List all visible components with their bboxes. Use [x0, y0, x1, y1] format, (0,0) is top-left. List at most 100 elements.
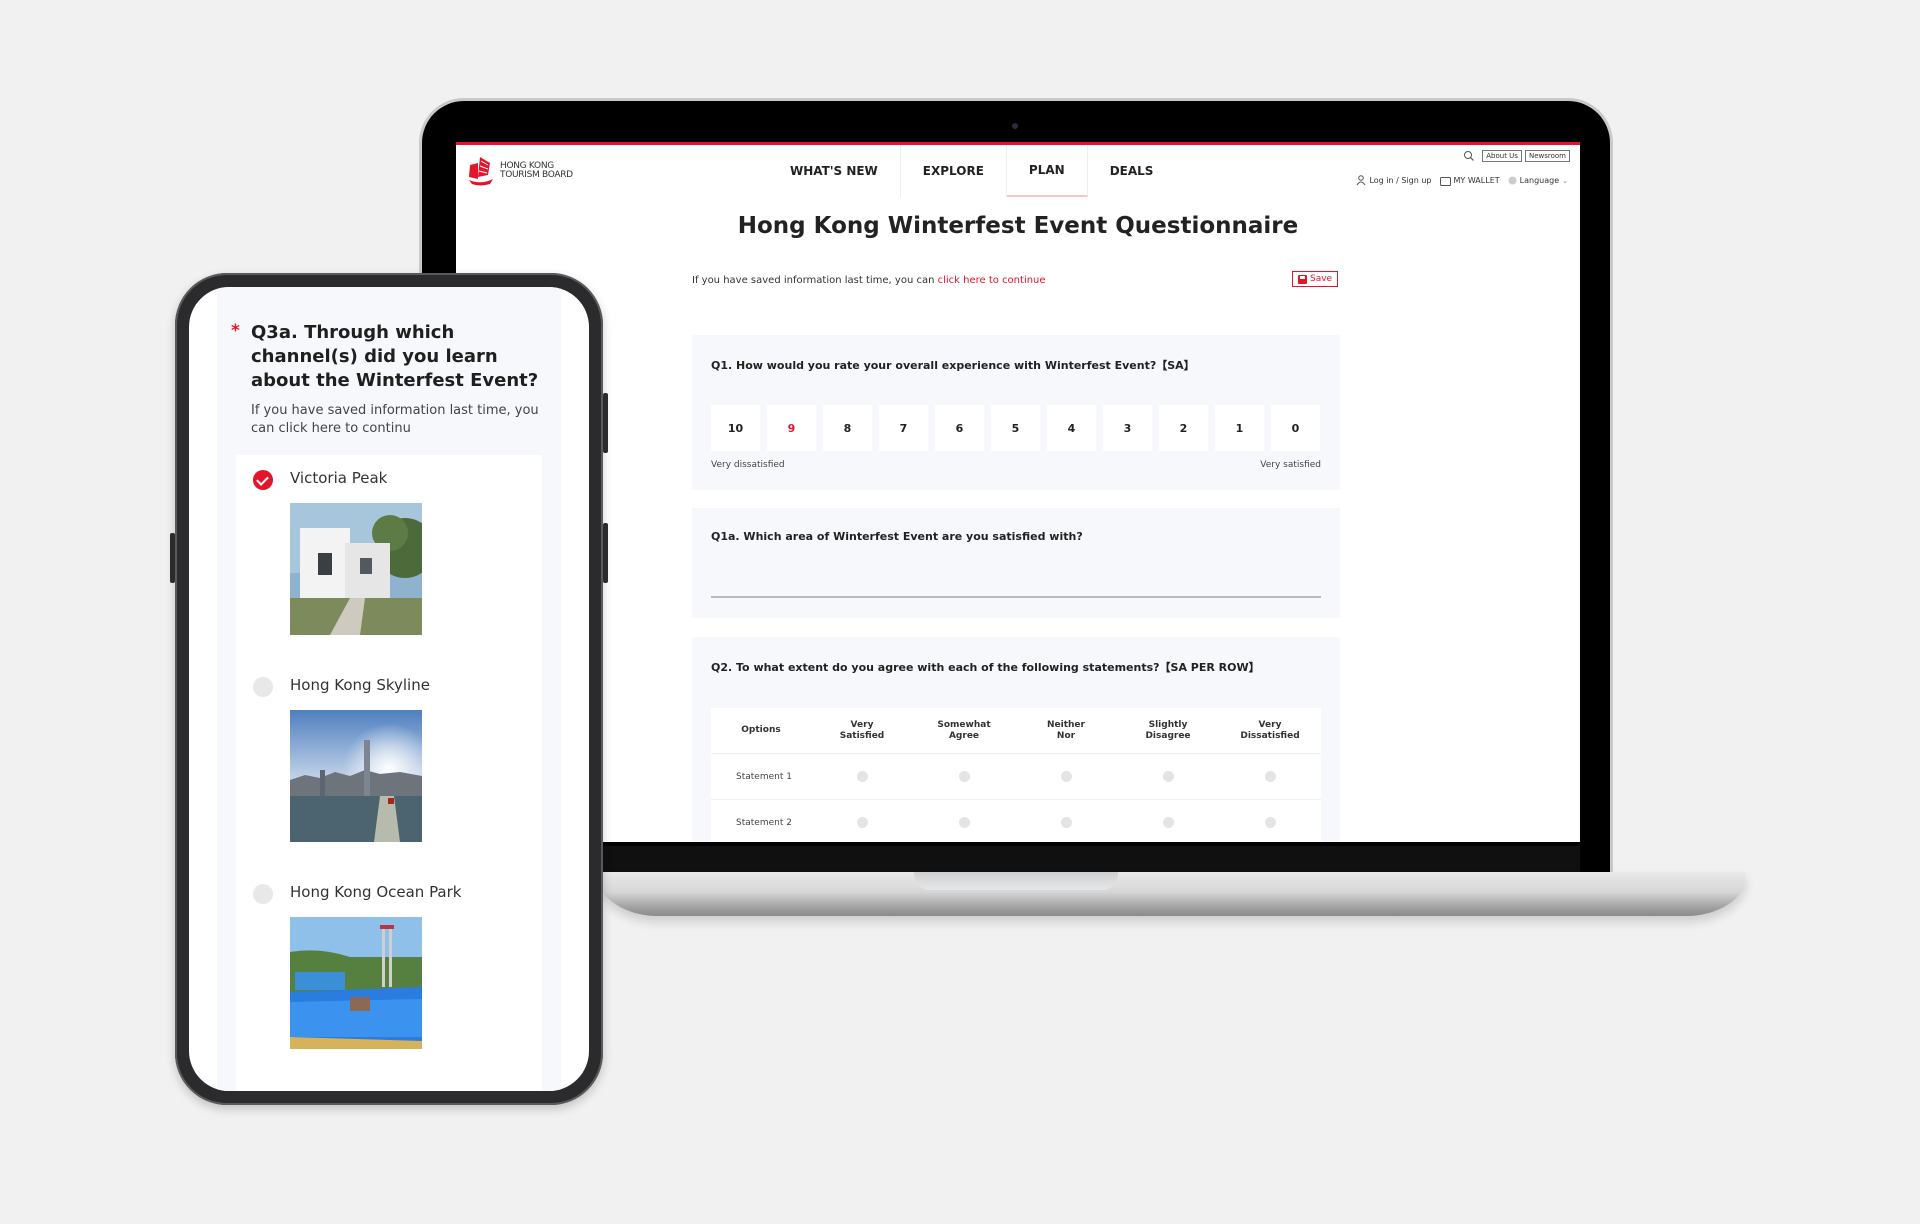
radio-button[interactable] — [1264, 817, 1276, 828]
rating-option[interactable]: 2 — [1159, 405, 1208, 451]
nav-deals[interactable]: DEALS — [1088, 145, 1176, 197]
q3a-subtext[interactable]: If you have saved information last time,… — [251, 402, 551, 438]
newsroom-link[interactable]: Newsroom — [1524, 150, 1570, 162]
column-header: Neither Nor — [1047, 719, 1085, 741]
utility-bottom: Log in / Sign up MY WALLET Language ⌄ — [1356, 175, 1568, 186]
mobile-device: * Q3a. Through which channel(s) did you … — [170, 273, 608, 1105]
search-icon[interactable] — [1463, 150, 1475, 162]
radio-button[interactable] — [958, 771, 970, 782]
option-label: Hong Kong Ocean Park — [290, 883, 462, 901]
radio-button[interactable] — [1060, 817, 1072, 828]
wallet-icon — [1439, 176, 1451, 186]
radio-button[interactable] — [856, 817, 868, 828]
option-hong-kong-skyline[interactable]: Hong Kong Skyline — [236, 662, 542, 862]
utility-top: About Us Newsroom — [1463, 150, 1570, 162]
save-label: Save — [1310, 274, 1333, 284]
page-title: Hong Kong Winterfest Event Questionnaire — [737, 213, 1299, 239]
saved-info-notice: If you have saved information last time,… — [692, 275, 1046, 286]
q1a-title: Q1a. Which area of Winterfest Event are … — [711, 530, 1083, 543]
hktb-logo[interactable]: HONG KONG TOURISM BOARD — [466, 155, 573, 187]
desktop-screen: HONG KONG TOURISM BOARD WHAT'S NEW EXPLO… — [456, 142, 1580, 842]
phone-side-button — [170, 533, 175, 583]
nav-explore[interactable]: EXPLORE — [901, 145, 1007, 197]
column-header: Very Satisfied — [839, 719, 885, 741]
radio-button[interactable] — [1264, 771, 1276, 782]
option-list: Victoria Peak Hong Kong Skyline Hong Kon… — [236, 455, 542, 1091]
rating-scale: 10 9 8 7 6 5 4 3 2 1 0 — [711, 405, 1320, 451]
logo-line-2: TOURISM BOARD — [500, 170, 573, 180]
mobile-screen: * Q3a. Through which channel(s) did you … — [189, 287, 589, 1091]
laptop-bezel — [456, 846, 1580, 872]
matrix-header: Options Very Satisfied Somewhat Agree Ne… — [711, 708, 1321, 754]
radio-button[interactable] — [856, 771, 868, 782]
rating-option[interactable]: 4 — [1047, 405, 1096, 451]
main-nav: WHAT'S NEW EXPLORE PLAN DEALS — [768, 145, 1175, 197]
table-row: Statement 2 — [711, 800, 1321, 842]
q2-title: Q2. To what extent do you agree with eac… — [711, 661, 1260, 674]
checkbox-unchecked[interactable] — [253, 884, 273, 904]
wallet-link[interactable]: MY WALLET — [1439, 176, 1500, 186]
rating-option[interactable]: 7 — [879, 405, 928, 451]
nav-plan[interactable]: PLAN — [1006, 145, 1088, 197]
globe-icon — [1508, 176, 1517, 185]
save-button[interactable]: Save — [1292, 271, 1339, 287]
checkbox-unchecked[interactable] — [253, 677, 273, 697]
chevron-down-icon: ⌄ — [1562, 176, 1568, 185]
option-hong-kong-ocean-park[interactable]: Hong Kong Ocean Park — [236, 869, 542, 1069]
question-card-q1a: Q1a. Which area of Winterfest Event are … — [692, 508, 1340, 618]
language-selector[interactable]: Language ⌄ — [1508, 176, 1568, 185]
rating-option[interactable]: 0 — [1271, 405, 1320, 451]
rating-option[interactable]: 1 — [1215, 405, 1264, 451]
rating-option[interactable]: 10 — [711, 405, 760, 451]
login-link[interactable]: Log in / Sign up — [1356, 175, 1432, 186]
phone-side-button — [603, 393, 608, 453]
saved-info-text: If you have saved information last time,… — [692, 275, 938, 286]
nav-whats-new[interactable]: WHAT'S NEW — [768, 145, 901, 197]
q3a-title: Q3a. Through which channel(s) did you le… — [251, 322, 539, 391]
scale-left-label: Very dissatisfied — [711, 460, 785, 470]
language-label: Language — [1519, 176, 1560, 185]
junk-boat-logo-icon — [469, 157, 493, 186]
option-label: Victoria Peak — [290, 469, 388, 487]
radio-button[interactable] — [958, 817, 970, 828]
column-header: Very Dissatisfied — [1240, 719, 1300, 741]
phone-side-button — [603, 523, 608, 583]
user-icon — [1357, 175, 1366, 186]
table-row: Statement 1 — [711, 754, 1321, 800]
rating-option[interactable]: 3 — [1103, 405, 1152, 451]
save-icon — [1298, 274, 1307, 284]
column-header: Slightly Disagree — [1145, 719, 1191, 741]
scale-right-label: Very satisfied — [1260, 460, 1321, 470]
column-header: Options — [741, 725, 781, 735]
question-card-q1: Q1. How would you rate your overall expe… — [692, 335, 1340, 490]
victoria-peak-image — [290, 503, 422, 635]
hong-kong-skyline-image — [290, 710, 422, 842]
checkbox-checked[interactable] — [253, 470, 273, 490]
wallet-label: MY WALLET — [1453, 176, 1500, 185]
site-header: HONG KONG TOURISM BOARD WHAT'S NEW EXPLO… — [456, 145, 1580, 201]
rating-option[interactable]: 8 — [823, 405, 872, 451]
q1-title: Q1. How would you rate your overall expe… — [711, 359, 1195, 372]
agreement-matrix: Options Very Satisfied Somewhat Agree Ne… — [711, 708, 1321, 842]
option-label: Hong Kong Skyline — [290, 676, 430, 694]
row-label: Statement 2 — [736, 817, 792, 828]
radio-button[interactable] — [1162, 771, 1174, 782]
ocean-park-image — [290, 917, 422, 1049]
camera-icon — [1012, 123, 1018, 129]
rating-option[interactable]: 5 — [991, 405, 1040, 451]
radio-button[interactable] — [1060, 771, 1072, 782]
required-marker: * — [231, 321, 240, 341]
q1a-text-input[interactable] — [711, 596, 1321, 598]
rating-option-selected[interactable]: 9 — [767, 405, 816, 451]
laptop-hinge-notch — [914, 872, 1118, 890]
rating-option[interactable]: 6 — [935, 405, 984, 451]
continue-link[interactable]: click here to continue — [938, 275, 1046, 286]
login-label: Log in / Sign up — [1369, 176, 1432, 185]
option-victoria-peak[interactable]: Victoria Peak — [236, 455, 542, 655]
radio-button[interactable] — [1162, 817, 1174, 828]
column-header: Somewhat Agree — [937, 719, 991, 741]
row-label: Statement 1 — [736, 771, 792, 782]
question-card-q2: Q2. To what extent do you agree with eac… — [692, 637, 1340, 842]
laptop-base — [598, 872, 1746, 916]
about-us-link[interactable]: About Us — [1482, 150, 1522, 162]
